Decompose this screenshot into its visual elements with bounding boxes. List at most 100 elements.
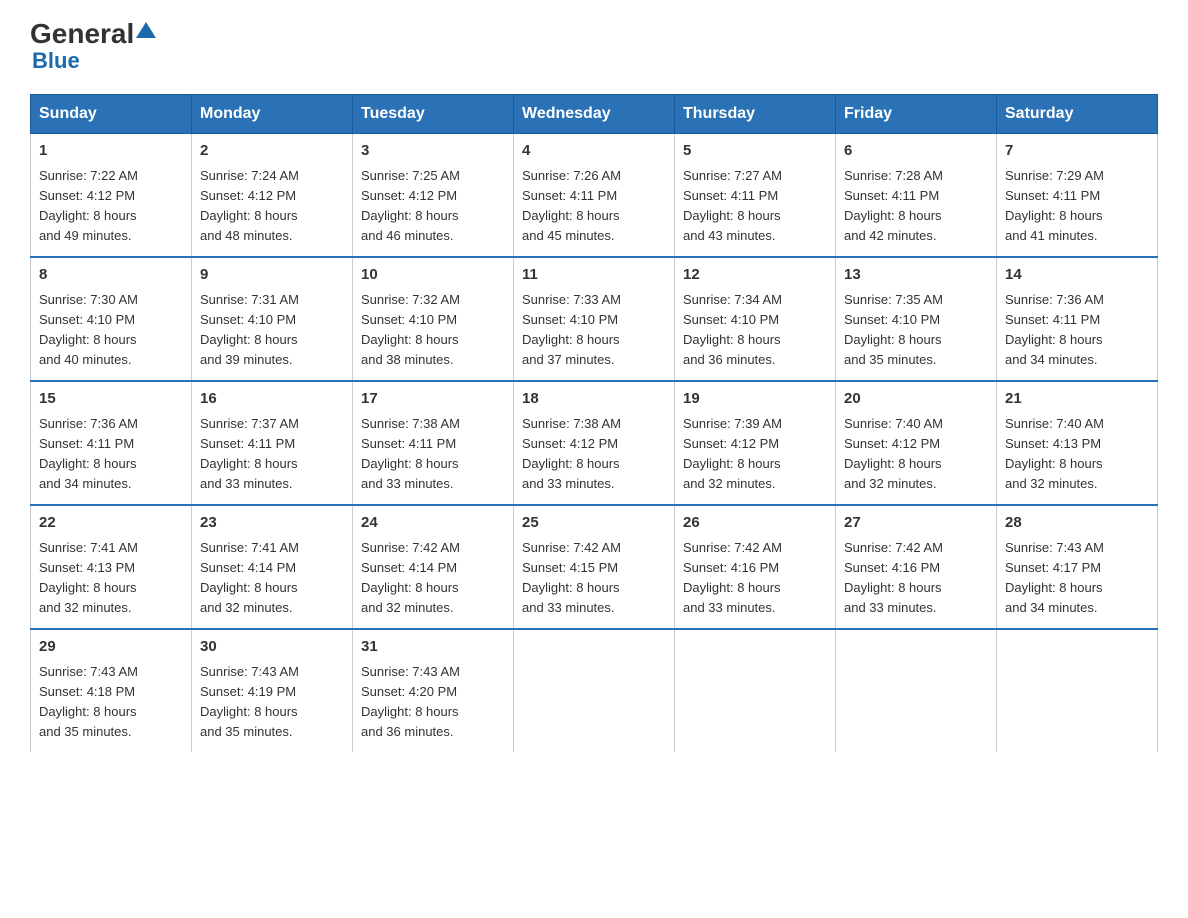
week-row-1: 1 Sunrise: 7:22 AMSunset: 4:12 PMDaylight… bbox=[31, 134, 1158, 258]
day-number: 12 bbox=[683, 264, 827, 287]
day-info: Sunrise: 7:37 AMSunset: 4:11 PMDaylight:… bbox=[200, 414, 344, 495]
day-info: Sunrise: 7:34 AMSunset: 4:10 PMDaylight:… bbox=[683, 290, 827, 371]
day-info: Sunrise: 7:35 AMSunset: 4:10 PMDaylight:… bbox=[844, 290, 988, 371]
day-cell: 27 Sunrise: 7:42 AMSunset: 4:16 PMDayligh… bbox=[836, 505, 997, 629]
day-cell: 14 Sunrise: 7:36 AMSunset: 4:11 PMDayligh… bbox=[997, 257, 1158, 381]
day-number: 4 bbox=[522, 140, 666, 163]
day-cell: 31 Sunrise: 7:43 AMSunset: 4:20 PMDayligh… bbox=[353, 629, 514, 752]
day-number: 8 bbox=[39, 264, 183, 287]
week-row-4: 22 Sunrise: 7:41 AMSunset: 4:13 PMDayligh… bbox=[31, 505, 1158, 629]
day-info: Sunrise: 7:42 AMSunset: 4:16 PMDaylight:… bbox=[844, 538, 988, 619]
day-number: 23 bbox=[200, 512, 344, 535]
day-number: 29 bbox=[39, 636, 183, 659]
day-info: Sunrise: 7:43 AMSunset: 4:17 PMDaylight:… bbox=[1005, 538, 1149, 619]
day-cell: 30Sunrise: 7:43 AMSunset: 4:19 PMDayligh… bbox=[192, 629, 353, 752]
week-row-2: 8 Sunrise: 7:30 AMSunset: 4:10 PMDaylight… bbox=[31, 257, 1158, 381]
logo: General Blue bbox=[30, 20, 158, 74]
day-cell: 22 Sunrise: 7:41 AMSunset: 4:13 PMDayligh… bbox=[31, 505, 192, 629]
day-info: Sunrise: 7:26 AMSunset: 4:11 PMDaylight:… bbox=[522, 166, 666, 247]
day-info: Sunrise: 7:36 AMSunset: 4:11 PMDaylight:… bbox=[1005, 290, 1149, 371]
header-friday: Friday bbox=[836, 95, 997, 134]
day-info: Sunrise: 7:43 AMSunset: 4:20 PMDaylight:… bbox=[361, 662, 505, 743]
header-tuesday: Tuesday bbox=[353, 95, 514, 134]
logo-triangle-icon bbox=[136, 22, 156, 38]
day-info: Sunrise: 7:38 AMSunset: 4:11 PMDaylight:… bbox=[361, 414, 505, 495]
day-number: 16 bbox=[200, 388, 344, 411]
day-cell: 6Sunrise: 7:28 AMSunset: 4:11 PMDaylight… bbox=[836, 134, 997, 258]
day-info: Sunrise: 7:22 AMSunset: 4:12 PMDaylight:… bbox=[39, 166, 183, 247]
day-number: 18 bbox=[522, 388, 666, 411]
day-number: 3 bbox=[361, 140, 505, 163]
day-cell: 21 Sunrise: 7:40 AMSunset: 4:13 PMDayligh… bbox=[997, 381, 1158, 505]
day-info: Sunrise: 7:27 AMSunset: 4:11 PMDaylight:… bbox=[683, 166, 827, 247]
day-number: 17 bbox=[361, 388, 505, 411]
header-thursday: Thursday bbox=[675, 95, 836, 134]
day-cell: 7Sunrise: 7:29 AMSunset: 4:11 PMDaylight… bbox=[997, 134, 1158, 258]
day-cell: 9 Sunrise: 7:31 AMSunset: 4:10 PMDaylight… bbox=[192, 257, 353, 381]
calendar-header-row: SundayMondayTuesdayWednesdayThursdayFrid… bbox=[31, 95, 1158, 134]
day-info: Sunrise: 7:36 AMSunset: 4:11 PMDaylight:… bbox=[39, 414, 183, 495]
day-info: Sunrise: 7:41 AMSunset: 4:13 PMDaylight:… bbox=[39, 538, 183, 619]
day-cell: 15 Sunrise: 7:36 AMSunset: 4:11 PMDayligh… bbox=[31, 381, 192, 505]
day-cell: 8 Sunrise: 7:30 AMSunset: 4:10 PMDaylight… bbox=[31, 257, 192, 381]
day-number: 19 bbox=[683, 388, 827, 411]
day-number: 9 bbox=[200, 264, 344, 287]
day-cell: 11 Sunrise: 7:33 AMSunset: 4:10 PMDayligh… bbox=[514, 257, 675, 381]
calendar-table: SundayMondayTuesdayWednesdayThursdayFrid… bbox=[30, 94, 1158, 752]
day-number: 20 bbox=[844, 388, 988, 411]
day-cell: 26Sunrise: 7:42 AMSunset: 4:16 PMDayligh… bbox=[675, 505, 836, 629]
day-number: 15 bbox=[39, 388, 183, 411]
logo-blue-label: Blue bbox=[32, 48, 80, 74]
day-cell: 23 Sunrise: 7:41 AMSunset: 4:14 PMDayligh… bbox=[192, 505, 353, 629]
day-number: 13 bbox=[844, 264, 988, 287]
day-info: Sunrise: 7:40 AMSunset: 4:13 PMDaylight:… bbox=[1005, 414, 1149, 495]
day-info: Sunrise: 7:40 AMSunset: 4:12 PMDaylight:… bbox=[844, 414, 988, 495]
day-info: Sunrise: 7:41 AMSunset: 4:14 PMDaylight:… bbox=[200, 538, 344, 619]
day-cell bbox=[675, 629, 836, 752]
day-cell: 20 Sunrise: 7:40 AMSunset: 4:12 PMDayligh… bbox=[836, 381, 997, 505]
day-cell: 29Sunrise: 7:43 AMSunset: 4:18 PMDayligh… bbox=[31, 629, 192, 752]
day-cell: 1 Sunrise: 7:22 AMSunset: 4:12 PMDaylight… bbox=[31, 134, 192, 258]
header-monday: Monday bbox=[192, 95, 353, 134]
header-sunday: Sunday bbox=[31, 95, 192, 134]
day-info: Sunrise: 7:43 AMSunset: 4:19 PMDaylight:… bbox=[200, 662, 344, 743]
day-number: 2 bbox=[200, 140, 344, 163]
day-number: 14 bbox=[1005, 264, 1149, 287]
day-cell: 18Sunrise: 7:38 AMSunset: 4:12 PMDayligh… bbox=[514, 381, 675, 505]
day-number: 25 bbox=[522, 512, 666, 535]
day-info: Sunrise: 7:42 AMSunset: 4:14 PMDaylight:… bbox=[361, 538, 505, 619]
day-info: Sunrise: 7:28 AMSunset: 4:11 PMDaylight:… bbox=[844, 166, 988, 247]
header-wednesday: Wednesday bbox=[514, 95, 675, 134]
day-info: Sunrise: 7:30 AMSunset: 4:10 PMDaylight:… bbox=[39, 290, 183, 371]
day-number: 28 bbox=[1005, 512, 1149, 535]
day-info: Sunrise: 7:42 AMSunset: 4:16 PMDaylight:… bbox=[683, 538, 827, 619]
day-cell bbox=[514, 629, 675, 752]
day-cell: 13 Sunrise: 7:35 AMSunset: 4:10 PMDayligh… bbox=[836, 257, 997, 381]
day-info: Sunrise: 7:39 AMSunset: 4:12 PMDaylight:… bbox=[683, 414, 827, 495]
day-cell: 24 Sunrise: 7:42 AMSunset: 4:14 PMDayligh… bbox=[353, 505, 514, 629]
day-cell: 10 Sunrise: 7:32 AMSunset: 4:10 PMDayligh… bbox=[353, 257, 514, 381]
day-info: Sunrise: 7:31 AMSunset: 4:10 PMDaylight:… bbox=[200, 290, 344, 371]
day-number: 24 bbox=[361, 512, 505, 535]
day-info: Sunrise: 7:33 AMSunset: 4:10 PMDaylight:… bbox=[522, 290, 666, 371]
week-row-5: 29Sunrise: 7:43 AMSunset: 4:18 PMDayligh… bbox=[31, 629, 1158, 752]
day-cell bbox=[836, 629, 997, 752]
day-number: 27 bbox=[844, 512, 988, 535]
day-cell: 12 Sunrise: 7:34 AMSunset: 4:10 PMDayligh… bbox=[675, 257, 836, 381]
day-number: 31 bbox=[361, 636, 505, 659]
day-number: 22 bbox=[39, 512, 183, 535]
day-number: 21 bbox=[1005, 388, 1149, 411]
day-cell: 28 Sunrise: 7:43 AMSunset: 4:17 PMDayligh… bbox=[997, 505, 1158, 629]
day-number: 1 bbox=[39, 140, 183, 163]
logo-text-general: General bbox=[30, 20, 134, 48]
day-number: 11 bbox=[522, 264, 666, 287]
day-info: Sunrise: 7:29 AMSunset: 4:11 PMDaylight:… bbox=[1005, 166, 1149, 247]
day-info: Sunrise: 7:24 AMSunset: 4:12 PMDaylight:… bbox=[200, 166, 344, 247]
day-cell: 17 Sunrise: 7:38 AMSunset: 4:11 PMDayligh… bbox=[353, 381, 514, 505]
day-number: 10 bbox=[361, 264, 505, 287]
day-cell: 3 Sunrise: 7:25 AMSunset: 4:12 PMDaylight… bbox=[353, 134, 514, 258]
week-row-3: 15 Sunrise: 7:36 AMSunset: 4:11 PMDayligh… bbox=[31, 381, 1158, 505]
page-header: General Blue bbox=[30, 20, 1158, 74]
day-info: Sunrise: 7:32 AMSunset: 4:10 PMDaylight:… bbox=[361, 290, 505, 371]
day-info: Sunrise: 7:25 AMSunset: 4:12 PMDaylight:… bbox=[361, 166, 505, 247]
